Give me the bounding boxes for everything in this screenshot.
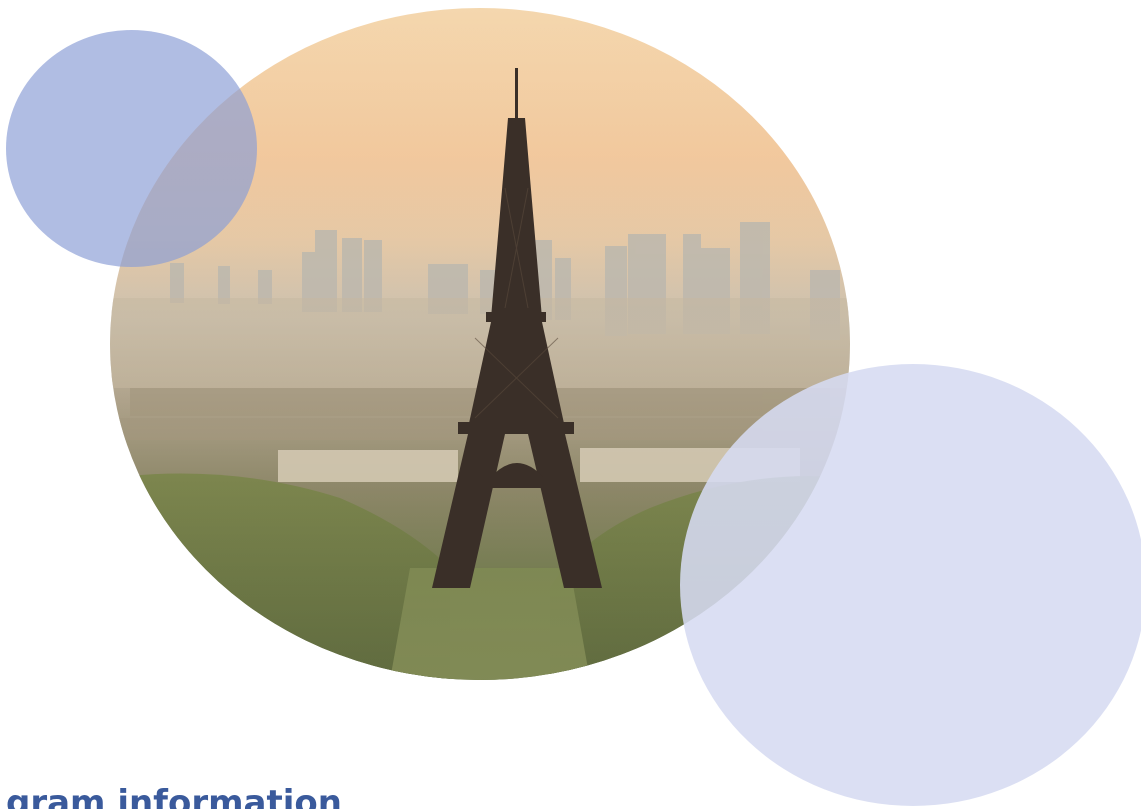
brochure-page: gram information xyxy=(0,0,1141,809)
paris-photo xyxy=(110,8,850,680)
section-heading: gram information xyxy=(6,783,342,809)
eiffel-tower-photo-icon xyxy=(110,8,850,680)
